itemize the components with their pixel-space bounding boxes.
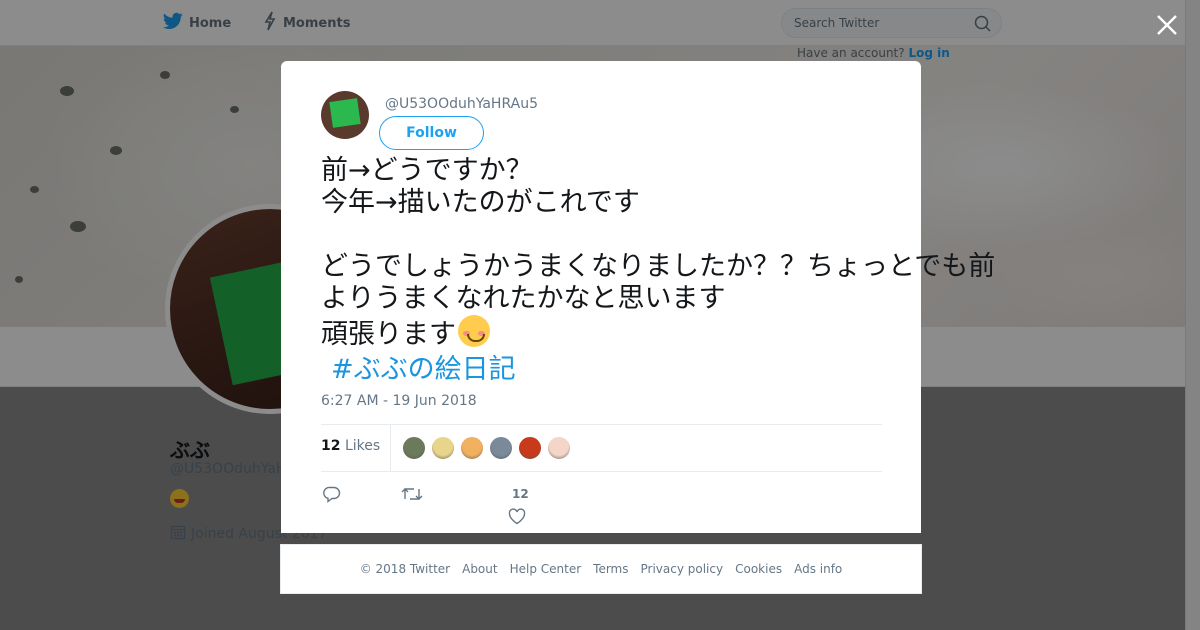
tweet-modal: @U53OOduhYaHRAu5 Follow 前→どうですか？ 今年→描いたの…: [281, 61, 995, 533]
stats-divider: [390, 425, 391, 471]
reply-icon[interactable]: [323, 485, 341, 503]
liker-avatar[interactable]: [402, 436, 426, 460]
footer-link-cookies[interactable]: Cookies: [735, 562, 782, 576]
tweet-actions: 12: [321, 481, 882, 531]
liker-avatar[interactable]: [460, 436, 484, 460]
likes-count: 12: [321, 438, 341, 454]
tweet-text-body: 前→どうですか？ 今年→描いたのがこれです どうでしょうかうまくなりましたか？？…: [321, 155, 996, 314]
footer-link-privacy-policy[interactable]: Privacy policy: [641, 562, 724, 576]
footer-link-terms[interactable]: Terms: [593, 562, 628, 576]
liker-avatar[interactable]: [431, 436, 455, 460]
blushing-smile-emoji-icon: [458, 315, 490, 347]
retweet-icon[interactable]: [401, 485, 423, 503]
tweet-author-handle[interactable]: @U53OOduhYaHRAu5: [385, 96, 538, 112]
follow-button[interactable]: Follow: [379, 116, 484, 150]
close-icon[interactable]: [1154, 12, 1180, 38]
tweet-author-avatar[interactable]: [321, 91, 369, 139]
tweet-timestamp[interactable]: 6:27 AM - 19 Jun 2018: [321, 393, 477, 409]
tweet-stats-bar: 12 Likes: [321, 424, 882, 472]
page-footer: © 2018 Twitter About Help Center Terms P…: [280, 544, 922, 594]
like-count: 12: [512, 487, 529, 501]
likes-stat[interactable]: 12 Likes: [321, 438, 380, 454]
liker-avatar[interactable]: [547, 436, 571, 460]
likes-label: Likes: [344, 438, 381, 454]
liker-avatar[interactable]: [518, 436, 542, 460]
like-heart-icon[interactable]: [508, 508, 526, 525]
tweet-text: 前→どうですか？ 今年→描いたのがこれです どうでしょうかうまくなりましたか？？…: [321, 155, 1021, 351]
liker-avatars: [402, 436, 571, 460]
liker-avatar[interactable]: [489, 436, 513, 460]
footer-link-ads-info[interactable]: Ads info: [794, 562, 842, 576]
footer-copyright: © 2018 Twitter: [359, 562, 451, 576]
tweet-text-tail: 頑張ります: [321, 319, 456, 350]
footer-link-about[interactable]: About: [462, 562, 497, 576]
footer-link-help-center[interactable]: Help Center: [510, 562, 582, 576]
hashtag-link[interactable]: #ぶぶの絵日記: [331, 347, 516, 386]
